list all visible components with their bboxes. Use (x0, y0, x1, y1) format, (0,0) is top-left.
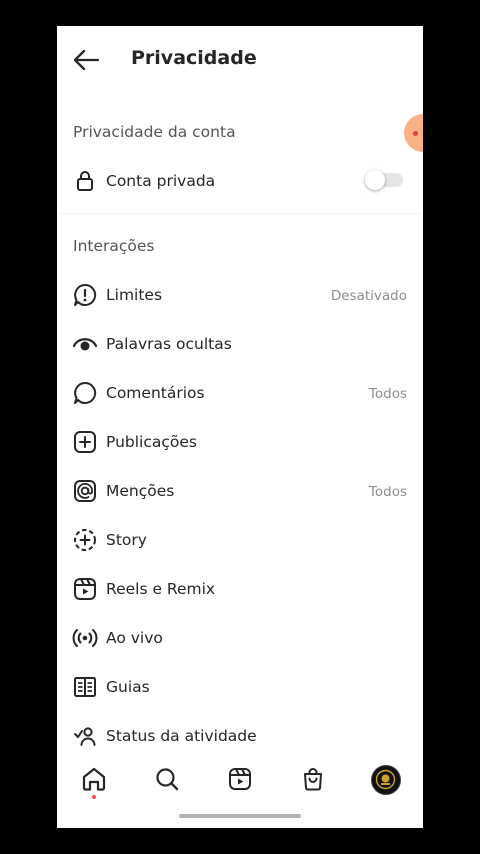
back-arrow-icon (73, 49, 100, 71)
reels-icon (229, 768, 251, 790)
home-indicator[interactable] (179, 814, 301, 818)
add-post-icon (72, 429, 98, 455)
header: Privacidade (57, 26, 423, 92)
interaction-label: Menções (106, 482, 175, 500)
interaction-row-live[interactable]: Ao vivo (57, 619, 423, 659)
interaction-label: Palavras ocultas (106, 335, 232, 353)
limits-icon (72, 282, 98, 308)
avatar-emblem-icon (375, 769, 396, 790)
section-title-interactions: Interações (73, 237, 155, 255)
interaction-row-hidden-words[interactable]: Palavras ocultas (57, 325, 423, 365)
tab-reels[interactable] (222, 762, 258, 798)
privacy-screen: Privacidade Privacidade da conta Conta p… (57, 26, 423, 828)
guides-icon (72, 674, 98, 700)
interaction-label: Story (106, 531, 147, 549)
interaction-row-limits[interactable]: Limites Desativado (57, 276, 423, 316)
notification-dot (92, 795, 96, 799)
tab-profile[interactable] (368, 762, 404, 798)
page-title: Privacidade (131, 47, 257, 69)
live-icon (72, 625, 98, 651)
story-icon (72, 527, 98, 553)
interaction-row-story[interactable]: Story (57, 521, 423, 561)
bubble-dot (413, 131, 418, 136)
interaction-label: Publicações (106, 433, 197, 451)
interaction-label: Reels e Remix (106, 580, 216, 598)
bottom-tab-bar (57, 754, 423, 804)
shop-bag-icon (304, 768, 322, 791)
interaction-value: Desativado (330, 288, 407, 304)
toggle-knob (365, 170, 385, 190)
hidden-words-icon (72, 331, 98, 357)
mention-icon (72, 478, 98, 504)
reels-icon (72, 576, 98, 602)
interaction-row-guides[interactable]: Guias (57, 668, 423, 708)
interaction-value: Todos (368, 386, 407, 402)
interaction-label: Limites (106, 286, 163, 304)
tab-search[interactable] (149, 762, 185, 798)
interaction-label: Status da atividade (106, 727, 257, 745)
comment-icon (72, 380, 98, 406)
interaction-label: Ao vivo (106, 629, 163, 647)
private-account-row[interactable]: Conta privada (57, 162, 423, 202)
tab-shop[interactable] (295, 762, 331, 798)
interaction-row-posts[interactable]: Publicações (57, 423, 423, 463)
search-icon (156, 768, 179, 791)
interaction-row-reels-remix[interactable]: Reels e Remix (57, 570, 423, 610)
private-account-label: Conta privada (106, 172, 216, 190)
interaction-label: Comentários (106, 384, 205, 402)
interaction-value: Todos (368, 484, 407, 500)
interaction-row-mentions[interactable]: Menções Todos (57, 472, 423, 512)
avatar (371, 765, 401, 795)
activity-status-icon (72, 723, 98, 749)
interaction-label: Guias (106, 678, 150, 696)
section-title-account-privacy: Privacidade da conta (73, 123, 236, 141)
home-icon (82, 767, 106, 791)
section-divider (57, 213, 423, 214)
floating-bubble[interactable] (404, 114, 423, 152)
tab-home[interactable] (76, 762, 112, 799)
lock-icon (72, 168, 98, 194)
interaction-row-comments[interactable]: Comentários Todos (57, 374, 423, 414)
interaction-row-activity-status[interactable]: Status da atividade (57, 717, 423, 757)
private-account-toggle[interactable] (365, 170, 403, 190)
back-button[interactable] (71, 46, 101, 74)
